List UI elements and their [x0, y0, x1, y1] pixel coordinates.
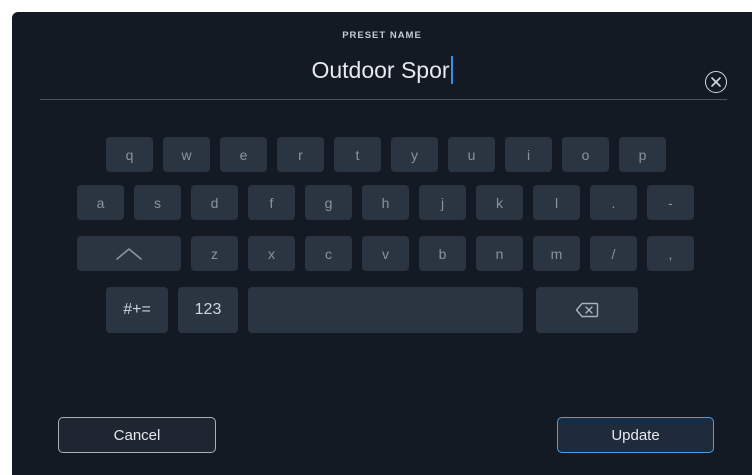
key-a[interactable]: a	[77, 185, 124, 220]
field-divider	[40, 99, 727, 100]
shift-key[interactable]	[77, 236, 181, 271]
numbers-key[interactable]: 123	[178, 287, 238, 333]
key-y[interactable]: y	[391, 137, 438, 172]
key-n[interactable]: n	[476, 236, 523, 271]
keyboard-screen: PRESET NAME Outdoor Spor q w e r t y u i…	[12, 12, 752, 475]
space-key[interactable]	[248, 287, 523, 333]
key-i[interactable]: i	[505, 137, 552, 172]
update-button[interactable]: Update	[557, 417, 714, 453]
shift-caret-icon	[116, 247, 142, 260]
key-u[interactable]: u	[448, 137, 495, 172]
key-w[interactable]: w	[163, 137, 210, 172]
backspace-icon	[575, 302, 599, 318]
key-s[interactable]: s	[134, 185, 181, 220]
preset-name-value: Outdoor Spor	[311, 57, 450, 83]
key-h[interactable]: h	[362, 185, 409, 220]
text-cursor	[450, 56, 453, 84]
clear-text-button[interactable]	[705, 71, 727, 93]
key-slash[interactable]: /	[590, 236, 637, 271]
key-j[interactable]: j	[419, 185, 466, 220]
backspace-key[interactable]	[536, 287, 638, 333]
key-period[interactable]: .	[590, 185, 637, 220]
preset-name-label: PRESET NAME	[342, 30, 422, 41]
key-d[interactable]: d	[191, 185, 238, 220]
key-hyphen[interactable]: -	[647, 185, 694, 220]
key-r[interactable]: r	[277, 137, 324, 172]
key-g[interactable]: g	[305, 185, 352, 220]
key-e[interactable]: e	[220, 137, 267, 172]
key-z[interactable]: z	[191, 236, 238, 271]
key-f[interactable]: f	[248, 185, 295, 220]
symbols-key[interactable]: #+=	[106, 287, 168, 333]
preset-name-field[interactable]: Outdoor Spor	[12, 56, 752, 84]
cancel-button[interactable]: Cancel	[58, 417, 216, 453]
key-comma[interactable]: ,	[647, 236, 694, 271]
key-b[interactable]: b	[419, 236, 466, 271]
key-m[interactable]: m	[533, 236, 580, 271]
key-k[interactable]: k	[476, 185, 523, 220]
key-l[interactable]: l	[533, 185, 580, 220]
key-q[interactable]: q	[106, 137, 153, 172]
key-t[interactable]: t	[334, 137, 381, 172]
key-x[interactable]: x	[248, 236, 295, 271]
key-o[interactable]: o	[562, 137, 609, 172]
close-icon	[711, 77, 721, 87]
key-c[interactable]: c	[305, 236, 352, 271]
key-v[interactable]: v	[362, 236, 409, 271]
key-p[interactable]: p	[619, 137, 666, 172]
